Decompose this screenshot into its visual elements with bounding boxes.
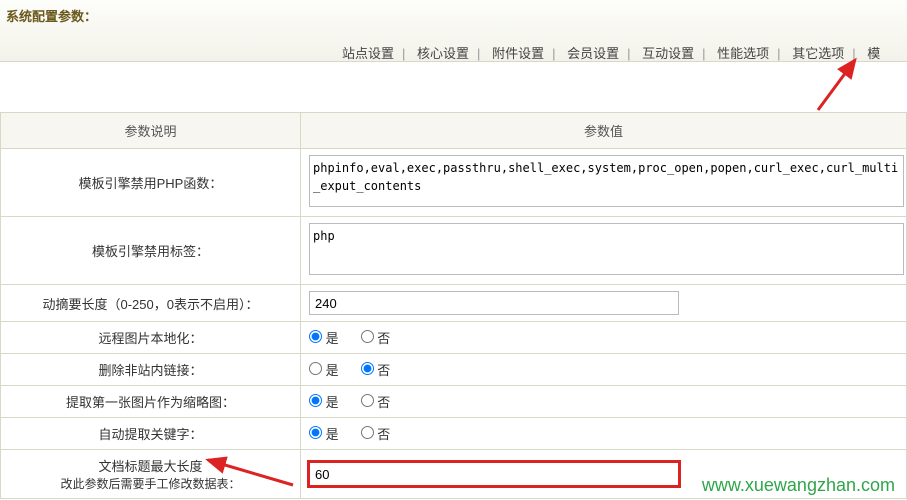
row-tag-disable: 模板引擎禁用标签：: [1, 217, 907, 285]
tab-bar: 站点设置 | 核心设置 | 附件设置 | 会员设置 | 互动设置 | 性能选项 | 其它选项…: [4, 43, 907, 62]
label-php-fn: 模板引擎禁用PHP函数：: [1, 149, 301, 217]
radio-remote-img-no-label[interactable]: 否: [361, 328, 391, 347]
tab-attach[interactable]: 附件设置: [492, 46, 544, 61]
label-remote-img: 远程图片本地化：: [1, 322, 301, 354]
tab-other[interactable]: 其它选项: [792, 46, 844, 61]
label-first-thumb: 提取第一张图片作为缩略图：: [1, 386, 301, 418]
col-desc-header: 参数说明: [1, 113, 301, 149]
radio-auto-keyword-no[interactable]: [361, 426, 374, 439]
input-summary-len[interactable]: [309, 291, 679, 315]
row-remote-img: 远程图片本地化： 是 否: [1, 322, 907, 354]
label-remove-link: 删除非站内链接：: [1, 354, 301, 386]
input-php-fn[interactable]: [309, 155, 904, 207]
radio-first-thumb-no-label[interactable]: 否: [361, 392, 391, 411]
tab-module[interactable]: 模: [867, 46, 880, 61]
radio-remote-img-yes[interactable]: [309, 330, 322, 343]
input-tag-disable[interactable]: [309, 223, 904, 275]
label-title-len-line2: 改此参数后需要手工修改数据表：: [60, 477, 240, 491]
radio-first-thumb-yes[interactable]: [309, 394, 322, 407]
text-yes: 是: [326, 395, 339, 410]
row-auto-keyword: 自动提取关键字： 是 否: [1, 418, 907, 450]
spacer: [0, 62, 907, 112]
row-first-thumb: 提取第一张图片作为缩略图： 是 否: [1, 386, 907, 418]
radio-remove-link-no-label[interactable]: 否: [361, 360, 391, 379]
tab-core[interactable]: 核心设置: [417, 46, 469, 61]
text-yes: 是: [326, 363, 339, 378]
radio-auto-keyword-yes[interactable]: [309, 426, 322, 439]
text-no: 否: [377, 331, 390, 346]
divider: |: [402, 46, 405, 61]
config-header: 系统配置参数： 站点设置 | 核心设置 | 附件设置 | 会员设置 | 互动设置 | 性能…: [0, 0, 907, 62]
label-title-len-line1: 文档标题最大长度: [98, 459, 202, 474]
divider: |: [627, 46, 630, 61]
text-yes: 是: [326, 427, 339, 442]
text-no: 否: [377, 427, 390, 442]
label-summary-len: 动摘要长度（0-250，0表示不启用）：: [1, 285, 301, 322]
label-auto-keyword: 自动提取关键字：: [1, 418, 301, 450]
radio-remote-img-no[interactable]: [361, 330, 374, 343]
tab-perf[interactable]: 性能选项: [717, 46, 769, 61]
tab-member[interactable]: 会员设置: [567, 46, 619, 61]
col-val-header: 参数值: [301, 113, 907, 149]
radio-remove-link-yes[interactable]: [309, 362, 322, 375]
radio-first-thumb-no[interactable]: [361, 394, 374, 407]
radio-first-thumb-yes-label[interactable]: 是: [309, 392, 339, 411]
radio-auto-keyword-yes-label[interactable]: 是: [309, 424, 339, 443]
text-no: 否: [377, 363, 390, 378]
radio-remove-link-no[interactable]: [361, 362, 374, 375]
divider: |: [477, 46, 480, 61]
row-title-len: 文档标题最大长度 改此参数后需要手工修改数据表：: [1, 450, 907, 499]
divider: |: [552, 46, 555, 61]
divider: |: [702, 46, 705, 61]
row-remove-link: 删除非站内链接： 是 否: [1, 354, 907, 386]
table-header-row: 参数说明 参数值: [1, 113, 907, 149]
label-tag-disable: 模板引擎禁用标签：: [1, 217, 301, 285]
config-table: 参数说明 参数值 模板引擎禁用PHP函数： 模板引擎禁用标签： 动摘要长度（0-…: [0, 112, 907, 499]
text-yes: 是: [326, 331, 339, 346]
row-php-fn: 模板引擎禁用PHP函数：: [1, 149, 907, 217]
divider: |: [777, 46, 780, 61]
page-title: 系统配置参数：: [4, 6, 907, 25]
text-no: 否: [377, 395, 390, 410]
radio-auto-keyword-no-label[interactable]: 否: [361, 424, 391, 443]
radio-remote-img-yes-label[interactable]: 是: [309, 328, 339, 347]
divider: |: [852, 46, 855, 61]
input-title-len[interactable]: [309, 462, 679, 486]
label-title-len: 文档标题最大长度 改此参数后需要手工修改数据表：: [1, 450, 301, 499]
radio-remove-link-yes-label[interactable]: 是: [309, 360, 339, 379]
tab-interact[interactable]: 互动设置: [642, 46, 694, 61]
tab-site[interactable]: 站点设置: [342, 46, 394, 61]
row-summary-len: 动摘要长度（0-250，0表示不启用）：: [1, 285, 907, 322]
